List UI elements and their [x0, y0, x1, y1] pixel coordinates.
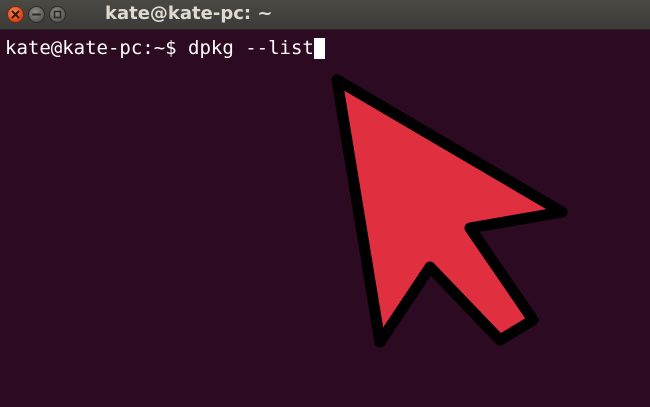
mouse-pointer-arrow-icon	[331, 74, 568, 348]
terminal-window: kate@kate-pc: ~ kate@kate-pc:~$ dpkg --l…	[0, 0, 650, 407]
